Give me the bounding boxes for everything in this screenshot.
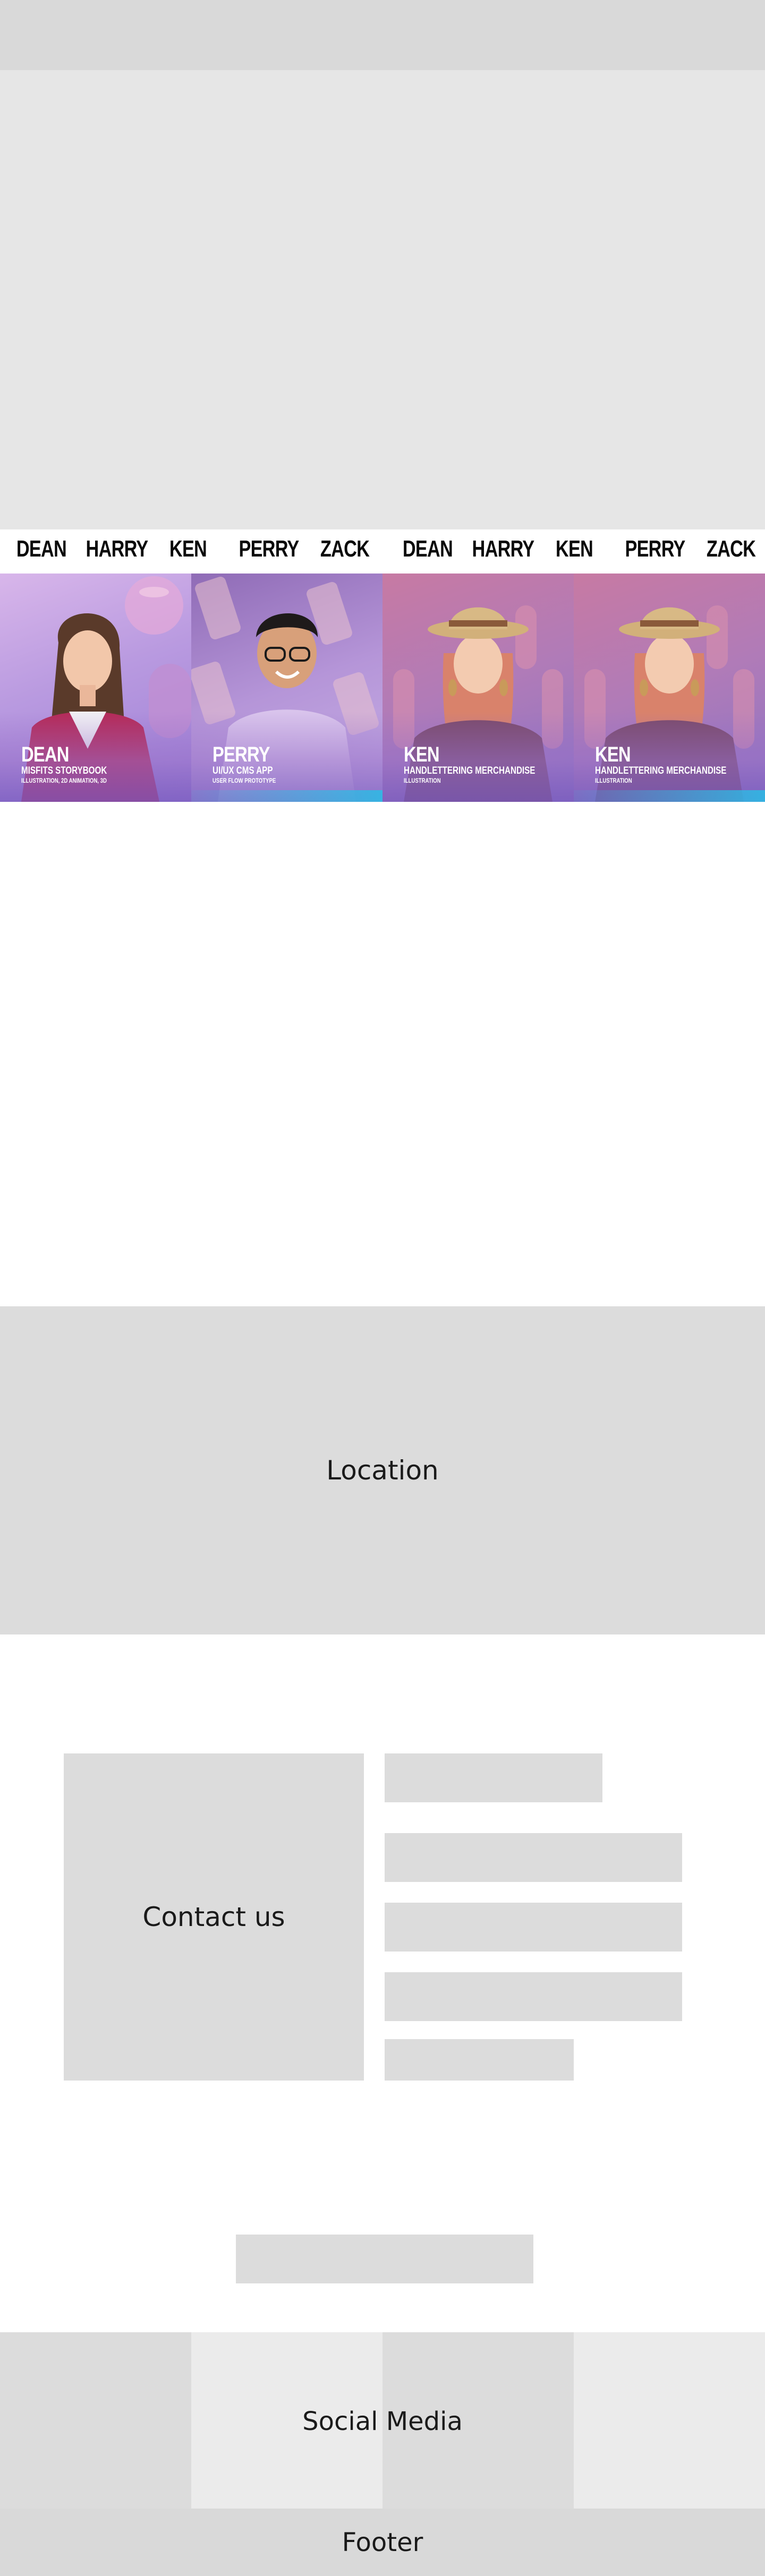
name-field[interactable] xyxy=(385,1753,602,1802)
card-artist-name: PERRY xyxy=(212,743,270,766)
artist-name-link[interactable]: PERRY xyxy=(238,536,300,562)
footer-label: Footer xyxy=(342,2527,423,2557)
artist-card[interactable]: PERRY UI/UX CMS APP USER FLOW PROTOTYPE xyxy=(191,574,382,802)
hero-banner xyxy=(0,70,765,529)
card-project-title: MISFITS STORYBOOK xyxy=(21,765,107,776)
artist-name-link[interactable]: ZACK xyxy=(314,536,376,562)
artist-name-link[interactable]: HARRY xyxy=(472,536,535,562)
card-caption: KEN HANDLETTERING MERCHANDISE ILLUSTRATI… xyxy=(595,744,759,785)
artist-card[interactable]: KEN HANDLETTERING MERCHANDISE ILLUSTRATI… xyxy=(574,574,765,802)
submit-button[interactable] xyxy=(385,2039,574,2081)
artist-name-link[interactable]: HARRY xyxy=(86,536,149,562)
artist-name-link[interactable]: KEN xyxy=(543,536,606,562)
artist-name-link[interactable]: DEAN xyxy=(11,536,73,562)
artist-card[interactable]: KEN HANDLETTERING MERCHANDISE ILLUSTRATI… xyxy=(382,574,574,802)
card-tags: ILLUSTRATION xyxy=(404,777,441,784)
artist-name-strip: DEAN HARRY KEN PERRY ZACK DEAN HARRY KEN… xyxy=(0,529,765,574)
contact-panel: Contact us xyxy=(64,1753,364,2081)
card-artist-name: KEN xyxy=(404,743,440,766)
artist-name-link[interactable]: KEN xyxy=(157,536,219,562)
contact-label: Contact us xyxy=(142,1902,285,1932)
artist-card-carousel: DEAN MISFITS STORYBOOK ILLUSTRATION, 2D … xyxy=(0,574,765,802)
card-tags: ILLUSTRATION xyxy=(595,777,632,784)
card-tags: ILLUSTRATION, 2D ANIMATION, 3D xyxy=(21,777,107,784)
card-artist-name: KEN xyxy=(595,743,631,766)
artist-card[interactable]: DEAN MISFITS STORYBOOK ILLUSTRATION, 2D … xyxy=(0,574,191,802)
card-project-title: HANDLETTERING MERCHANDISE xyxy=(404,765,536,776)
card-artist-name: DEAN xyxy=(21,743,69,766)
top-navigation-bar xyxy=(0,0,765,70)
message-field[interactable] xyxy=(385,1972,682,2021)
card-tags: USER FLOW PROTOTYPE xyxy=(212,777,276,784)
card-caption: DEAN MISFITS STORYBOOK ILLUSTRATION, 2D … xyxy=(21,744,129,785)
card-caption: KEN HANDLETTERING MERCHANDISE ILLUSTRATI… xyxy=(404,744,568,785)
artist-name-link[interactable]: DEAN xyxy=(397,536,459,562)
phone-field[interactable] xyxy=(385,1903,682,1952)
email-field[interactable] xyxy=(385,1833,682,1882)
location-label: Location xyxy=(326,1455,439,1486)
card-caption: PERRY UI/UX CMS APP USER FLOW PROTOTYPE xyxy=(212,744,292,785)
card-project-title: UI/UX CMS APP xyxy=(212,765,273,776)
card-project-title: HANDLETTERING MERCHANDISE xyxy=(595,765,727,776)
footer: Footer xyxy=(0,2509,765,2576)
location-section: Location xyxy=(0,1306,765,1634)
artist-name-link[interactable]: ZACK xyxy=(700,536,762,562)
social-media-label: Social Media xyxy=(302,2407,463,2436)
artist-name-link[interactable]: PERRY xyxy=(624,536,686,562)
social-media-section: Social Media xyxy=(0,2332,765,2509)
newsletter-input[interactable] xyxy=(236,2235,533,2283)
